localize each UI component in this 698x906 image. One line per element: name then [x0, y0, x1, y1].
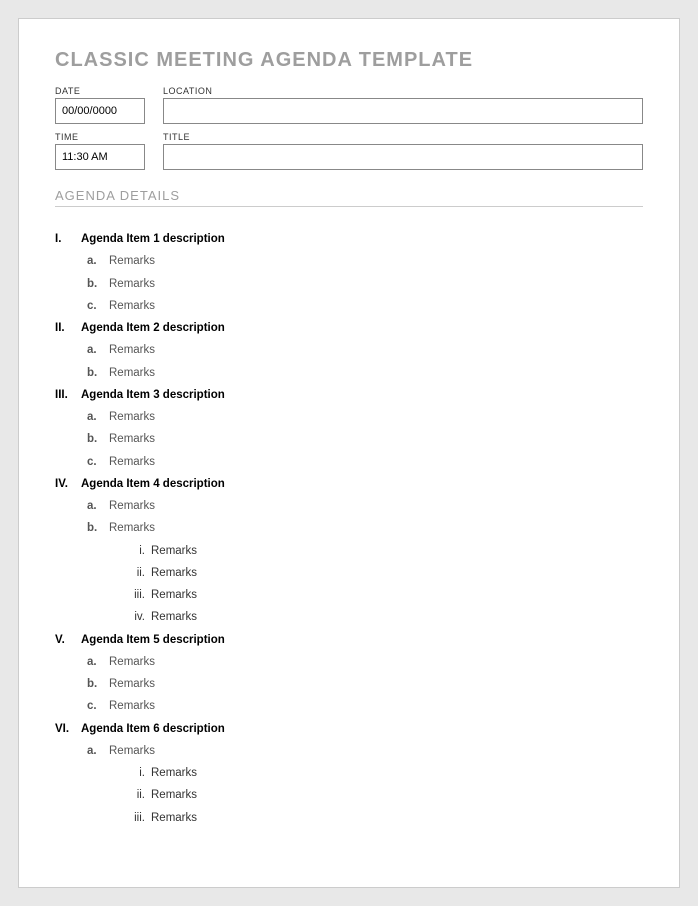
time-input[interactable] — [55, 144, 145, 170]
agenda-item-marker: IV. — [55, 476, 81, 493]
agenda-item-marker: III. — [55, 387, 81, 404]
remark-text: Remarks — [109, 365, 155, 382]
remark-marker: a. — [87, 253, 109, 270]
sub-remark-marker: iv. — [127, 609, 151, 626]
remark-text: Remarks — [109, 743, 155, 760]
remark-text: Remarks — [109, 676, 155, 693]
agenda-item-marker: I. — [55, 231, 81, 248]
sub-remark-marker: ii. — [127, 565, 151, 582]
date-input[interactable] — [55, 98, 145, 124]
location-label: LOCATION — [163, 86, 643, 96]
agenda-remark: b.Remarks — [55, 276, 643, 293]
agenda-item-title: Agenda Item 1 description — [81, 231, 225, 248]
document-title: CLASSIC MEETING AGENDA TEMPLATE — [55, 49, 643, 72]
remark-marker: a. — [87, 342, 109, 359]
agenda-remark: b.Remarks — [55, 365, 643, 382]
sub-remark-marker: iii. — [127, 587, 151, 604]
remark-text: Remarks — [109, 276, 155, 293]
agenda-item: II.Agenda Item 2 description — [55, 320, 643, 337]
agenda-item-title: Agenda Item 4 description — [81, 476, 225, 493]
remark-text: Remarks — [109, 498, 155, 515]
remark-marker: b. — [87, 431, 109, 448]
agenda-remark: a.Remarks — [55, 498, 643, 515]
agenda-item: V.Agenda Item 5 description — [55, 632, 643, 649]
agenda-sub-remark: i.Remarks — [55, 543, 643, 560]
agenda-remark: b.Remarks — [55, 431, 643, 448]
remark-marker: a. — [87, 498, 109, 515]
sub-remark-text: Remarks — [151, 810, 197, 827]
agenda-sub-remark: iii.Remarks — [55, 587, 643, 604]
remark-marker: b. — [87, 676, 109, 693]
remark-text: Remarks — [109, 431, 155, 448]
sub-remark-text: Remarks — [151, 543, 197, 560]
field-group-date: DATE — [55, 86, 145, 124]
remark-marker: b. — [87, 276, 109, 293]
sub-remark-text: Remarks — [151, 765, 197, 782]
sub-remark-marker: iii. — [127, 810, 151, 827]
agenda-item: I.Agenda Item 1 description — [55, 231, 643, 248]
remark-text: Remarks — [109, 654, 155, 671]
fields-row-2: TIME TITLE — [55, 132, 643, 170]
remark-text: Remarks — [109, 342, 155, 359]
agenda-item: III.Agenda Item 3 description — [55, 387, 643, 404]
remark-marker: c. — [87, 454, 109, 471]
agenda-item-marker: V. — [55, 632, 81, 649]
remark-marker: a. — [87, 654, 109, 671]
remark-marker: b. — [87, 520, 109, 537]
agenda-remark: a.Remarks — [55, 743, 643, 760]
sub-remark-marker: i. — [127, 543, 151, 560]
agenda-sub-remark: ii.Remarks — [55, 565, 643, 582]
sub-remark-text: Remarks — [151, 609, 197, 626]
agenda-remark: b.Remarks — [55, 676, 643, 693]
agenda-item-title: Agenda Item 2 description — [81, 320, 225, 337]
agenda-list: I.Agenda Item 1 descriptiona.Remarksb.Re… — [55, 231, 643, 827]
title-input[interactable] — [163, 144, 643, 170]
agenda-remark: b.Remarks — [55, 520, 643, 537]
field-group-location: LOCATION — [163, 86, 643, 124]
location-input[interactable] — [163, 98, 643, 124]
date-label: DATE — [55, 86, 145, 96]
remark-marker: a. — [87, 409, 109, 426]
agenda-item-title: Agenda Item 5 description — [81, 632, 225, 649]
sub-remark-text: Remarks — [151, 587, 197, 604]
agenda-remark: c.Remarks — [55, 698, 643, 715]
sub-remark-text: Remarks — [151, 787, 197, 804]
agenda-remark: a.Remarks — [55, 654, 643, 671]
agenda-remark: c.Remarks — [55, 454, 643, 471]
remark-text: Remarks — [109, 454, 155, 471]
agenda-item-marker: II. — [55, 320, 81, 337]
field-group-title: TITLE — [163, 132, 643, 170]
sub-remark-marker: ii. — [127, 787, 151, 804]
agenda-item-marker: VI. — [55, 721, 81, 738]
agenda-sub-remark: ii.Remarks — [55, 787, 643, 804]
agenda-remark: a.Remarks — [55, 253, 643, 270]
agenda-remark: c.Remarks — [55, 298, 643, 315]
remark-marker: b. — [87, 365, 109, 382]
remark-text: Remarks — [109, 409, 155, 426]
agenda-sub-remark: i.Remarks — [55, 765, 643, 782]
remark-marker: c. — [87, 698, 109, 715]
agenda-item-title: Agenda Item 6 description — [81, 721, 225, 738]
field-group-time: TIME — [55, 132, 145, 170]
remark-text: Remarks — [109, 520, 155, 537]
remark-text: Remarks — [109, 298, 155, 315]
fields-row-1: DATE LOCATION — [55, 86, 643, 124]
agenda-remark: a.Remarks — [55, 409, 643, 426]
remark-text: Remarks — [109, 253, 155, 270]
remark-text: Remarks — [109, 698, 155, 715]
document-page: CLASSIC MEETING AGENDA TEMPLATE DATE LOC… — [18, 18, 680, 888]
agenda-item-title: Agenda Item 3 description — [81, 387, 225, 404]
agenda-item: VI.Agenda Item 6 description — [55, 721, 643, 738]
time-label: TIME — [55, 132, 145, 142]
sub-remark-marker: i. — [127, 765, 151, 782]
sub-remark-text: Remarks — [151, 565, 197, 582]
title-field-label: TITLE — [163, 132, 643, 142]
section-header-agenda: AGENDA DETAILS — [55, 188, 643, 207]
agenda-item: IV.Agenda Item 4 description — [55, 476, 643, 493]
agenda-sub-remark: iv.Remarks — [55, 609, 643, 626]
remark-marker: c. — [87, 298, 109, 315]
agenda-sub-remark: iii.Remarks — [55, 810, 643, 827]
remark-marker: a. — [87, 743, 109, 760]
agenda-remark: a.Remarks — [55, 342, 643, 359]
